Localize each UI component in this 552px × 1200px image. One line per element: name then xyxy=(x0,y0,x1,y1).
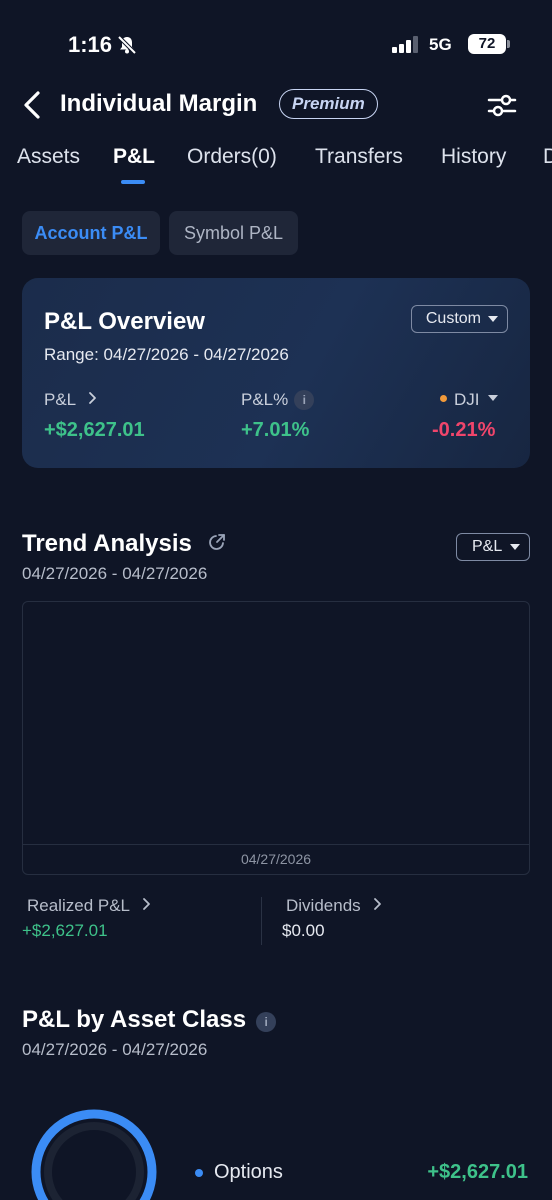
tab-assets[interactable]: Assets xyxy=(17,145,80,169)
pl-overview-card: P&L Overview Range: 04/27/2026 - 04/27/2… xyxy=(22,278,530,468)
options-legend-dot xyxy=(195,1169,203,1177)
options-value: +$2,627.01 xyxy=(427,1161,528,1183)
pl-metric-label[interactable]: P&L xyxy=(44,390,97,410)
battery-nub xyxy=(507,40,510,48)
dividends-value: $0.00 xyxy=(282,921,325,940)
trend-title-text: Trend Analysis xyxy=(22,530,192,557)
chart-x-tick: 04/27/2026 xyxy=(240,851,312,867)
bell-slash-icon xyxy=(117,35,137,55)
chevron-right-icon xyxy=(88,390,97,410)
plpct-label: P&L% xyxy=(241,390,289,409)
tab-bar: Assets P&L Orders(0) Transfers History D xyxy=(0,145,552,190)
caret-down-icon xyxy=(487,395,498,401)
tab-more[interactable]: D xyxy=(543,145,552,169)
status-bar: 1:16 5G 72 xyxy=(0,0,552,90)
overview-range: Range: 04/27/2026 - 04/27/2026 xyxy=(44,345,289,364)
asset-class-donut-chart xyxy=(31,1109,157,1200)
account-title[interactable]: Individual Margin xyxy=(60,90,257,118)
range-selector[interactable]: Custom xyxy=(410,305,508,333)
benchmark-selector[interactable]: DJI xyxy=(440,390,498,410)
metric-selector-label: P&L xyxy=(472,538,503,555)
chart-x-axis xyxy=(23,844,529,845)
dividends-label[interactable]: Dividends xyxy=(286,896,382,916)
overview-title: P&L Overview xyxy=(44,308,205,335)
segment-account-pl[interactable]: Account P&L xyxy=(22,211,160,255)
header: Individual Margin Premium xyxy=(0,80,552,130)
plpct-metric-label: P&L% i xyxy=(241,390,315,410)
info-icon[interactable]: i xyxy=(294,390,315,410)
tab-transfers[interactable]: Transfers xyxy=(315,145,403,169)
caret-down-icon xyxy=(488,316,498,322)
info-icon[interactable]: i xyxy=(256,1012,277,1032)
chevron-right-icon xyxy=(142,896,151,916)
segment-symbol-pl[interactable]: Symbol P&L xyxy=(169,211,298,255)
dividends-text: Dividends xyxy=(286,896,361,915)
realized-pl-label[interactable]: Realized P&L xyxy=(27,896,151,916)
premium-badge[interactable]: Premium xyxy=(279,89,378,119)
chevron-right-icon xyxy=(373,896,382,916)
back-arrow-icon[interactable] xyxy=(18,88,48,122)
signal-icon xyxy=(392,36,418,53)
range-selector-label: Custom xyxy=(425,310,481,327)
benchmark-dot-icon xyxy=(440,395,447,402)
asset-class-title-text: P&L by Asset Class xyxy=(22,1006,247,1033)
plpct-value: +7.01% xyxy=(241,419,310,441)
external-link-icon[interactable] xyxy=(207,532,227,552)
pl-value: +$2,627.01 xyxy=(44,419,145,441)
trend-chart: 04/27/2026 xyxy=(22,601,530,875)
tab-pl[interactable]: P&L xyxy=(113,145,155,169)
realized-pl-text: Realized P&L xyxy=(27,896,130,915)
pl-label: P&L xyxy=(44,390,76,409)
tab-history[interactable]: History xyxy=(441,145,506,169)
status-time: 1:16 xyxy=(68,32,113,57)
settings-sliders-icon[interactable] xyxy=(486,90,518,120)
trend-title: Trend Analysis xyxy=(22,530,227,558)
active-tab-indicator xyxy=(121,180,145,184)
network-label: 5G xyxy=(429,35,452,54)
benchmark-value: -0.21% xyxy=(432,419,496,441)
caret-down-icon xyxy=(510,544,520,550)
trend-range: 04/27/2026 - 04/27/2026 xyxy=(22,564,208,583)
benchmark-label: DJI xyxy=(454,390,480,409)
tab-orders[interactable]: Orders(0) xyxy=(187,145,277,169)
asset-class-title: P&L by Asset Class i xyxy=(22,1006,277,1034)
realized-pl-value: +$2,627.01 xyxy=(22,921,108,940)
asset-class-range: 04/27/2026 - 04/27/2026 xyxy=(22,1040,208,1059)
metric-selector[interactable]: P&L xyxy=(456,533,530,561)
battery-icon: 72 xyxy=(468,34,506,54)
options-label: Options xyxy=(214,1161,283,1183)
stat-divider xyxy=(261,897,262,945)
pl-screen: 1:16 5G 72 Individual Margin Premium Ass… xyxy=(0,0,552,1200)
